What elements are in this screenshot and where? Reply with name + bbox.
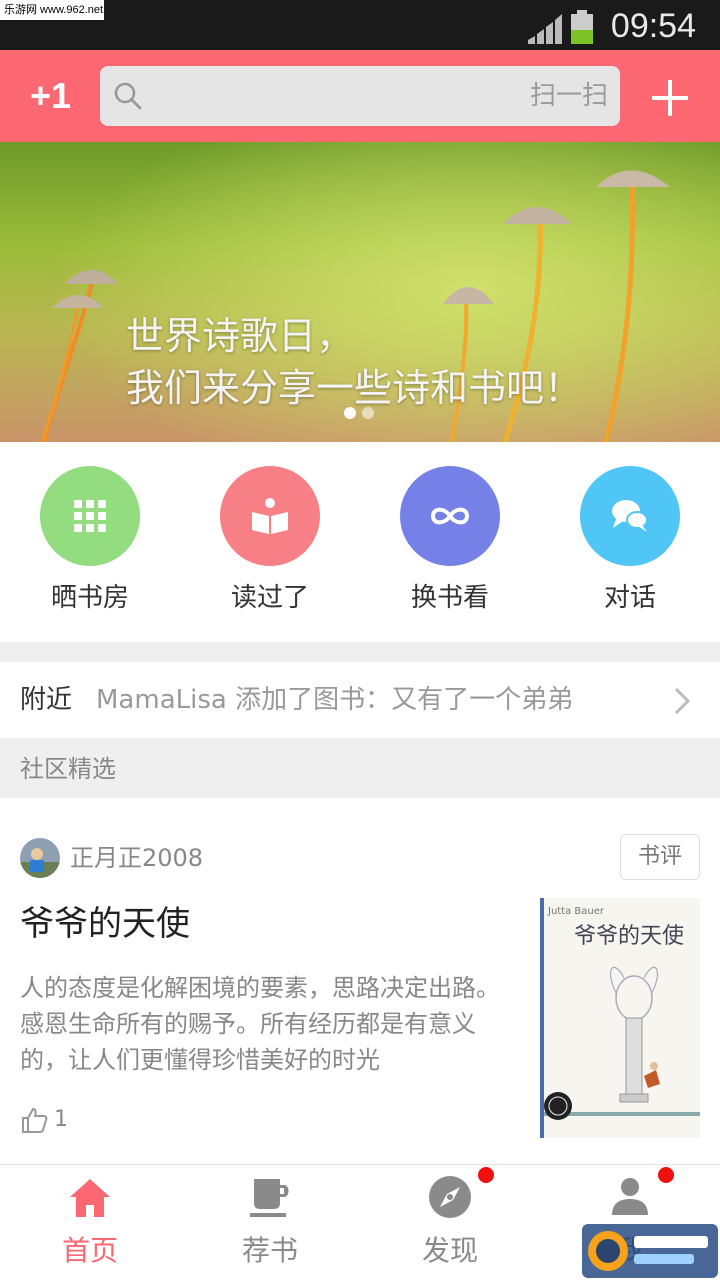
nav-label-home: 首页 (61, 1234, 118, 1267)
tab-home[interactable]: 首页 (0, 1173, 180, 1271)
action-circle (220, 466, 320, 566)
app-header: +1 扫一扫 (0, 50, 720, 142)
watermark-logo (582, 1224, 718, 1278)
nav-icon-wrap (66, 1173, 114, 1221)
nav-icon-wrap (426, 1167, 494, 1221)
banner-carousel[interactable]: 世界诗歌日， 我们来分享一些诗和书吧！ (0, 142, 720, 442)
post-excerpt: 人的态度是化解困境的要素，思路决定出路。感恩生命所有的赐予。所有经历都是有意义的… (20, 974, 500, 1074)
action-circle (580, 466, 680, 566)
chat-icon (612, 500, 648, 532)
book-cover[interactable]: Jutta Bauer 爷爷的天使 (540, 898, 700, 1138)
signal-icon (528, 14, 562, 44)
nav-icon-wrap (246, 1173, 294, 1221)
banner-caption: 世界诗歌日， 我们来分享一些诗和书吧！ (126, 310, 582, 414)
infinity-icon (430, 507, 470, 525)
tab-recommend[interactable]: 荐书 (180, 1173, 360, 1271)
carousel-dot (362, 407, 374, 419)
compass-icon (429, 1176, 471, 1218)
action-label: 换书看 (410, 583, 489, 613)
action-label: 对话 (603, 583, 656, 613)
watermark-top: 乐游网 www.962.net (0, 0, 104, 20)
nav-label-discover: 发现 (421, 1234, 478, 1267)
cup-icon (250, 1179, 289, 1217)
author-name[interactable]: 正月正2008 (70, 838, 203, 878)
nav-label-recommend: 荐书 (241, 1234, 298, 1267)
cover-illustration (544, 966, 700, 1120)
search-bar[interactable]: 扫一扫 (100, 66, 620, 126)
action-circle (40, 466, 140, 566)
avatar-image (20, 838, 60, 878)
post-type-badge: 书评 (620, 834, 700, 880)
action-chat[interactable]: 对话 (560, 466, 700, 618)
action-label: 晒书房 (50, 583, 129, 613)
carousel-dot-active (344, 407, 356, 419)
quick-actions: 晒书房 读过了 换书看 对话 (0, 442, 720, 642)
status-bar: 乐游网 www.962.net 09:54 (0, 0, 720, 50)
nearby-tag: 附近 (20, 685, 73, 715)
notification-badge (658, 1167, 674, 1183)
search-icon (114, 82, 142, 110)
like-count: 1 (54, 1107, 68, 1132)
book-icon (252, 498, 288, 534)
clock: 09:54 (610, 7, 696, 45)
nearby-feed-row[interactable]: 附近 MamaLisa 添加了图书：又有了一个弟弟 (0, 662, 720, 738)
banner-line-1: 世界诗歌日， (126, 314, 355, 358)
nav-icon-wrap (606, 1167, 674, 1221)
action-bookshelf[interactable]: 晒书房 (20, 466, 160, 618)
home-icon (70, 1179, 110, 1217)
scan-button[interactable]: 扫一扫 (530, 78, 608, 114)
action-circle (400, 466, 500, 566)
post-card[interactable]: 正月正2008 书评 爷爷的天使 人的态度是化解困境的要素，思路决定出路。感恩生… (0, 798, 720, 1164)
nearby-text: MamaLisa 添加了图书：又有了一个弟弟 (96, 685, 574, 715)
action-label: 读过了 (230, 583, 309, 613)
carousel-indicator (344, 404, 380, 423)
battery-icon (571, 10, 593, 44)
user-icon (612, 1178, 648, 1215)
notification-badge (478, 1167, 494, 1183)
grid-icon (74, 500, 106, 532)
chevron-right-icon (674, 687, 691, 715)
divider (0, 642, 720, 662)
tab-discover[interactable]: 发现 (360, 1167, 540, 1271)
avatar[interactable] (20, 838, 60, 878)
section-header: 社区精选 (0, 738, 720, 798)
action-swap[interactable]: 换书看 (380, 466, 520, 618)
action-read[interactable]: 读过了 (200, 466, 340, 618)
post-title[interactable]: 爷爷的天使 (20, 902, 190, 946)
plus-icon[interactable] (648, 76, 692, 120)
section-title: 社区精选 (20, 755, 116, 783)
checkin-button[interactable]: +1 (30, 72, 71, 120)
thumbs-up-icon[interactable] (20, 1106, 48, 1134)
